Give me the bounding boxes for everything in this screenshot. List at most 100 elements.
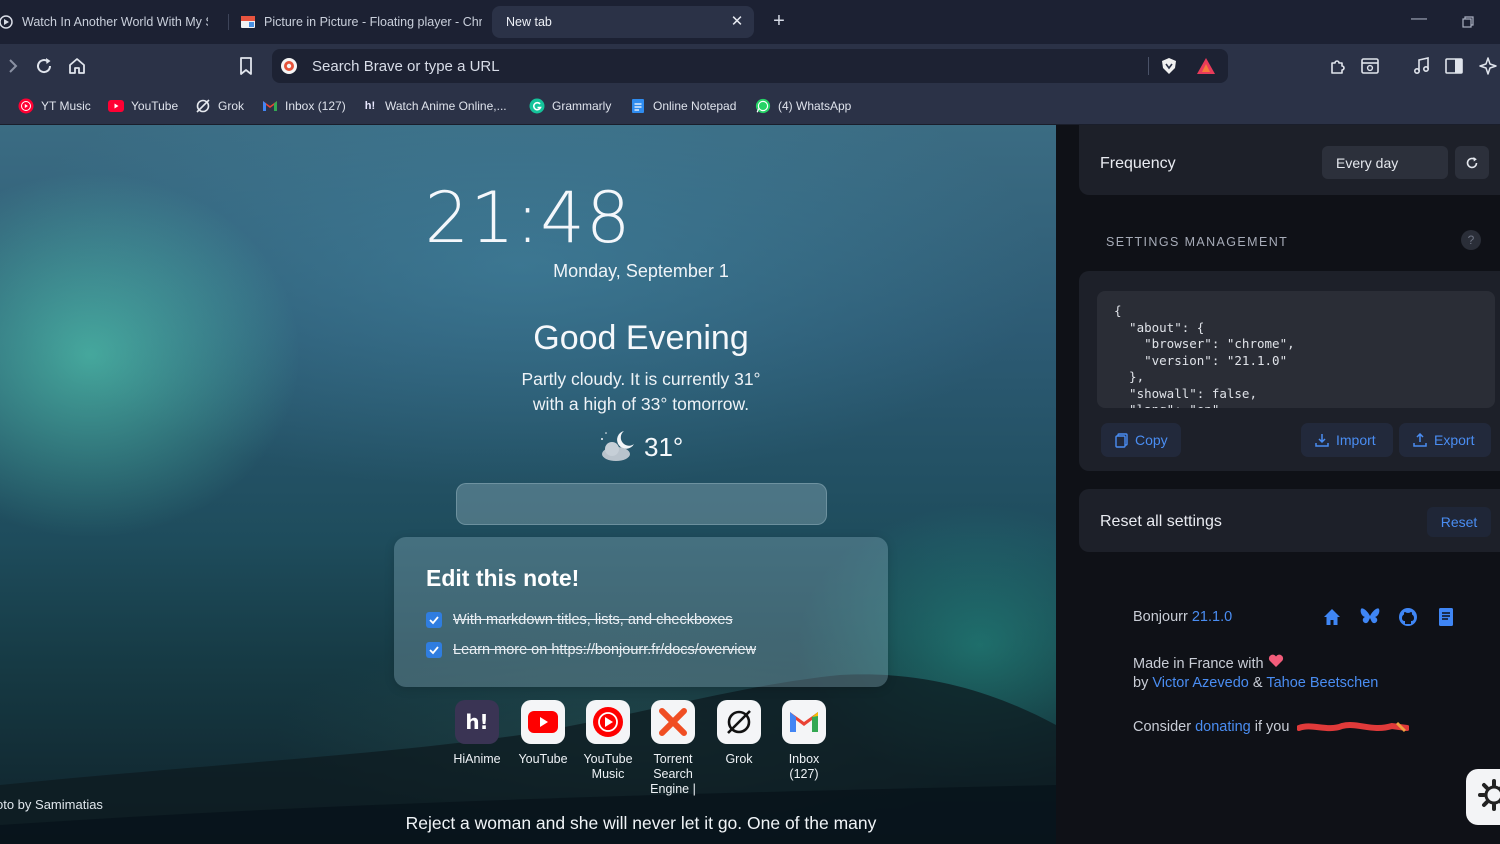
sidebar-toggle-icon[interactable]: [1442, 54, 1466, 78]
grok-icon: [717, 700, 761, 744]
extensions-icon[interactable]: [1326, 54, 1350, 78]
heart-icon: [1268, 654, 1284, 672]
section-title-settings-management: SETTINGS MANAGEMENT: [1106, 235, 1289, 249]
app-version-link[interactable]: 21.1.0: [1192, 609, 1232, 625]
tab-title: Picture in Picture - Floating player - C…: [264, 15, 482, 29]
pip-extension-icon: [240, 14, 256, 30]
quick-link-label: Grok: [725, 752, 753, 766]
quick-link-grok[interactable]: Grok: [708, 700, 770, 767]
bookmark-yt-music[interactable]: YT Music: [18, 96, 91, 116]
tab-picture-in-picture[interactable]: Picture in Picture - Floating player - C…: [236, 6, 482, 38]
settings-gear-button[interactable]: [1466, 769, 1500, 825]
tab-strip: Watch In Another World With My Sm Pictur…: [0, 0, 1500, 44]
gear-icon: [1477, 778, 1500, 817]
made-in-label: Made in France with: [1133, 656, 1264, 672]
quick-link-label: Inbox (127): [788, 752, 820, 781]
bookmark-icon[interactable]: [234, 54, 258, 78]
gmail-icon: [782, 700, 826, 744]
checkbox-checked-icon[interactable]: [426, 612, 442, 628]
home-icon[interactable]: [65, 54, 89, 78]
note-title: Edit this note!: [426, 565, 580, 591]
restore-window-icon[interactable]: [1458, 12, 1478, 32]
brave-rewards-icon[interactable]: [1196, 57, 1216, 75]
settings-management-card: { "about": { "browser": "chrome", "versi…: [1079, 271, 1500, 471]
settings-json-textarea[interactable]: { "about": { "browser": "chrome", "versi…: [1097, 291, 1495, 408]
reload-icon[interactable]: [32, 54, 56, 78]
bookmark-online-notepad[interactable]: Online Notepad: [630, 96, 736, 116]
quick-link-youtube[interactable]: YouTube: [512, 700, 574, 767]
github-icon[interactable]: [1396, 605, 1420, 629]
home-icon[interactable]: [1320, 605, 1344, 629]
torrent-icon: [651, 700, 695, 744]
frequency-card: Frequency Every day: [1079, 125, 1500, 195]
export-button[interactable]: Export: [1399, 423, 1491, 457]
tab-search-icon[interactable]: [1358, 54, 1382, 78]
copy-button[interactable]: Copy: [1101, 423, 1181, 457]
yt-music-icon: [18, 98, 34, 114]
tab-new-tab[interactable]: New tab ✕: [492, 6, 754, 38]
note-checklist-item[interactable]: With markdown titles, lists, and checkbo…: [426, 610, 733, 630]
current-temperature: 31°: [644, 431, 684, 462]
donating-link[interactable]: donating: [1195, 719, 1251, 735]
bookmark-label: YouTube: [131, 99, 179, 113]
import-label: Import: [1336, 432, 1376, 448]
search-input[interactable]: [456, 483, 827, 525]
help-icon[interactable]: ?: [1461, 230, 1481, 250]
forward-icon[interactable]: [0, 54, 24, 78]
reset-button[interactable]: Reset: [1427, 507, 1491, 537]
current-weather: 31°: [596, 429, 683, 465]
quick-link-label: YouTube: [518, 752, 568, 766]
by-label: by: [1133, 675, 1149, 691]
note-item-text: With markdown titles, lists, and checkbo…: [453, 612, 733, 628]
bookmark-hianime[interactable]: h! Watch Anime Online,...: [362, 96, 507, 116]
quick-link-hianime[interactable]: h! HiAnime: [446, 700, 508, 767]
quick-link-label: YouTube Music: [583, 752, 633, 781]
bookmark-label: Grammarly: [552, 99, 612, 113]
quick-link-youtube-music[interactable]: YouTube Music: [577, 700, 639, 782]
close-tab-icon[interactable]: ✕: [728, 13, 746, 31]
import-button[interactable]: Import: [1301, 423, 1393, 457]
bookmark-youtube[interactable]: YouTube: [108, 96, 178, 116]
weather-line-2: with a high of 33° tomorrow.: [532, 394, 750, 414]
tab-separator: [228, 14, 229, 30]
address-bar[interactable]: Search Brave or type a URL: [272, 49, 1228, 83]
note-checklist-item[interactable]: Learn more on https://bonjourr.fr/docs/o…: [426, 640, 756, 660]
brave-shields-icon[interactable]: [1160, 57, 1178, 75]
bookmark-label: YT Music: [41, 99, 91, 113]
quick-link-gmail[interactable]: Inbox (127): [773, 700, 835, 782]
made-in-france: Made in France with: [1133, 654, 1284, 672]
bookmark-gmail[interactable]: Inbox (127): [262, 96, 346, 116]
author-link[interactable]: Tahoe Beetschen: [1266, 675, 1378, 691]
bookmark-label: Inbox (127): [285, 99, 346, 113]
copy-icon: [1115, 432, 1128, 448]
bookmarks-bar: YT Music YouTube Grok Inbox (127) h! Wat…: [0, 88, 1500, 125]
reset-all-settings-label: Reset all settings: [1100, 513, 1222, 530]
tab-watch-anime[interactable]: Watch In Another World With My Sm: [0, 6, 208, 38]
refresh-icon[interactable]: [1455, 146, 1489, 179]
quick-link-torrent-search[interactable]: Torrent Search Engine |: [642, 700, 704, 797]
tab-title: New tab: [506, 15, 552, 29]
youtube-icon: [521, 700, 565, 744]
quick-link-label: HiAnime: [453, 752, 501, 766]
export-label: Export: [1434, 432, 1475, 448]
checkbox-checked-icon[interactable]: [426, 642, 442, 658]
bookmark-grok[interactable]: Grok: [195, 96, 244, 116]
frequency-label: Frequency: [1100, 155, 1176, 172]
whatsapp-icon: [755, 98, 771, 114]
weather-description: Partly cloudy. It is currently 31° with …: [0, 367, 1056, 417]
minimize-window-icon[interactable]: —: [1408, 10, 1430, 32]
new-tab-plus-icon[interactable]: +: [768, 10, 790, 32]
photo-credit[interactable]: oto by Samimatias: [0, 797, 103, 812]
bookmark-grammarly[interactable]: Grammarly: [529, 96, 611, 116]
docs-book-icon[interactable]: [1434, 605, 1458, 629]
settings-json-text: { "about": { "browser": "chrome", "versi…: [1114, 303, 1295, 408]
frequency-select[interactable]: Every day: [1322, 146, 1448, 179]
partly-cloudy-night-icon: [596, 427, 640, 468]
notes-widget[interactable]: Edit this note! With markdown titles, li…: [394, 537, 888, 687]
bluesky-icon[interactable]: [1358, 605, 1382, 629]
media-music-icon[interactable]: [1410, 54, 1434, 78]
leo-ai-icon[interactable]: [1476, 54, 1500, 78]
bookmark-whatsapp[interactable]: (4) WhatsApp: [755, 96, 851, 116]
hianime-icon: h!: [364, 100, 376, 112]
author-link[interactable]: Victor Azevedo: [1152, 675, 1248, 691]
